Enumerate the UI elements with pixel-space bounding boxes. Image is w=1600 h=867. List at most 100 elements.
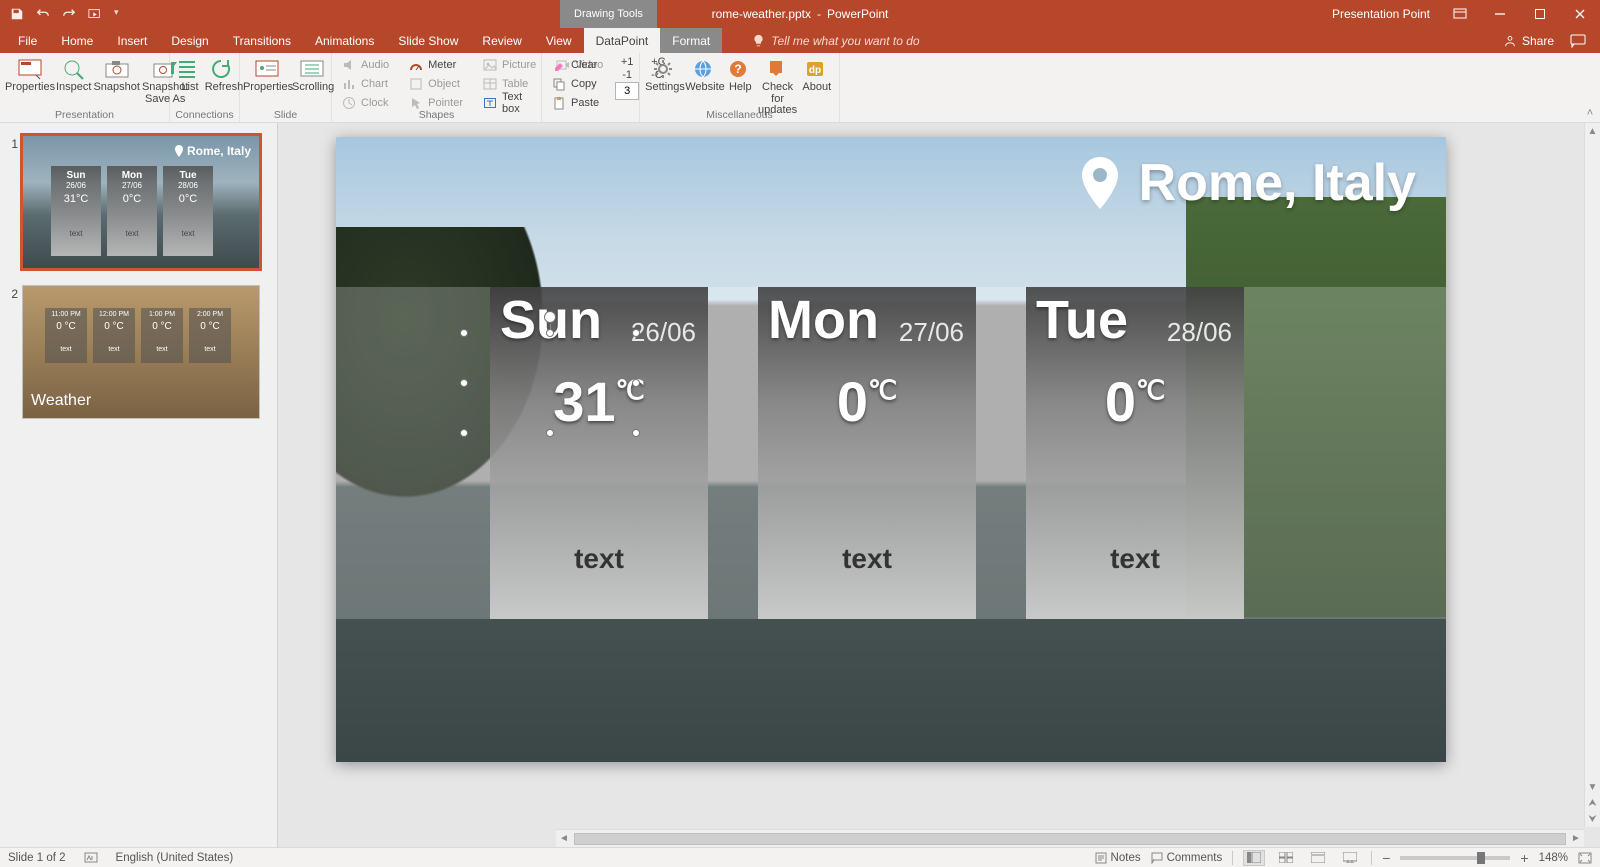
scroll-down-icon[interactable]: ▼: [1585, 779, 1600, 795]
card-day: Mon: [768, 289, 879, 351]
status-bar: Slide 1 of 2 English (United States) Not…: [0, 847, 1600, 867]
ribbon-group-connections: List Refresh Connections: [170, 53, 240, 122]
resize-handle[interactable]: [632, 429, 640, 437]
resize-handle[interactable]: [546, 329, 554, 337]
list-button[interactable]: List: [176, 56, 204, 94]
tell-me-search[interactable]: Tell me what you want to do: [752, 28, 919, 53]
tab-format[interactable]: Format: [660, 28, 722, 53]
share-button[interactable]: Share: [1503, 34, 1554, 48]
view-sorter-button[interactable]: [1275, 850, 1297, 866]
close-icon[interactable]: [1570, 4, 1590, 24]
inspect-button[interactable]: Inspect: [56, 56, 91, 105]
resize-handle[interactable]: [546, 429, 554, 437]
horizontal-scrollbar[interactable]: ◄ ►: [556, 829, 1584, 847]
minus1-button[interactable]: -1: [622, 69, 632, 81]
plus1-button[interactable]: +1: [621, 56, 634, 68]
slide-editor[interactable]: Rome, Italy Sun 26/06 31℃ text Mon 27/06…: [278, 123, 1600, 847]
website-button[interactable]: Website: [686, 56, 724, 117]
zoom-slider-knob[interactable]: [1477, 852, 1485, 864]
tab-view[interactable]: View: [534, 28, 584, 53]
zoom-level[interactable]: 148%: [1539, 852, 1568, 864]
card-temp[interactable]: 0℃: [758, 369, 976, 434]
status-language[interactable]: English (United States): [116, 852, 234, 864]
comments-button[interactable]: Comments: [1151, 852, 1223, 864]
redo-icon[interactable]: [62, 7, 76, 21]
clear-button[interactable]: Clear: [548, 56, 603, 74]
prev-slide-icon[interactable]: ⮝: [1585, 795, 1600, 811]
slide-canvas[interactable]: Rome, Italy Sun 26/06 31℃ text Mon 27/06…: [336, 137, 1446, 762]
scroll-left-icon[interactable]: ◄: [556, 833, 572, 844]
zoom-slider[interactable]: [1400, 856, 1510, 860]
spellcheck-icon[interactable]: [84, 852, 98, 864]
tab-datapoint[interactable]: DataPoint: [584, 28, 661, 53]
card-text[interactable]: text: [758, 543, 976, 575]
ribbon-group-edit: Clear Copy Paste +1 -1 +C -C: [542, 53, 640, 122]
fit-to-window-button[interactable]: [1578, 852, 1592, 864]
snapshot-button[interactable]: Snapshot: [93, 56, 139, 105]
meter-button[interactable]: Meter: [405, 56, 467, 74]
zoom-in-button[interactable]: +: [1520, 850, 1528, 866]
tab-transitions[interactable]: Transitions: [221, 28, 303, 53]
resize-handle[interactable]: [460, 379, 468, 387]
start-from-beginning-icon[interactable]: [88, 7, 102, 21]
status-slide-count[interactable]: Slide 1 of 2: [8, 852, 66, 864]
notes-button[interactable]: Notes: [1095, 852, 1141, 864]
undo-icon[interactable]: [36, 7, 50, 21]
next-slide-icon[interactable]: ⮟: [1585, 811, 1600, 827]
card-text[interactable]: text: [1026, 543, 1244, 575]
tab-slideshow[interactable]: Slide Show: [386, 28, 470, 53]
maximize-icon[interactable]: [1530, 4, 1550, 24]
object-button[interactable]: Object: [405, 75, 467, 93]
picture-button[interactable]: Picture: [479, 56, 540, 74]
resize-handle[interactable]: [460, 329, 468, 337]
slide-thumbnail-1[interactable]: Rome, Italy Sun26/0631°Ctext Mon27/060°C…: [22, 135, 260, 269]
scroll-up-icon[interactable]: ▲: [1585, 123, 1600, 139]
tab-review[interactable]: Review: [470, 28, 533, 53]
chart-button[interactable]: Chart: [338, 75, 393, 93]
tab-home[interactable]: Home: [49, 28, 105, 53]
view-reading-button[interactable]: [1307, 850, 1329, 866]
location-title[interactable]: Rome, Italy: [1079, 153, 1416, 213]
card-temp[interactable]: 0℃: [1026, 369, 1244, 434]
minimize-icon[interactable]: [1490, 4, 1510, 24]
card-day: Tue: [1036, 289, 1128, 351]
properties-button[interactable]: Properties: [6, 56, 54, 105]
collapse-ribbon-icon[interactable]: ˄: [1580, 53, 1600, 122]
weather-card-tue[interactable]: Tue 28/06 0℃ text: [1026, 287, 1244, 619]
tab-design[interactable]: Design: [159, 28, 220, 53]
slide-thumbnail-2[interactable]: 11:00 PM0 °Ctext 12:00 PM0 °Ctext 1:00 P…: [22, 285, 260, 419]
about-button[interactable]: dpAbout: [801, 56, 833, 117]
save-icon[interactable]: [10, 7, 24, 21]
copy-button[interactable]: Copy: [548, 75, 603, 93]
index-input[interactable]: [615, 82, 639, 100]
card-date: 27/06: [899, 317, 964, 348]
view-slideshow-button[interactable]: [1339, 850, 1361, 866]
vertical-scrollbar[interactable]: ▲ ▼ ⮝ ⮟: [1584, 123, 1600, 827]
card-text[interactable]: text: [490, 543, 708, 575]
help-button[interactable]: ?Help: [726, 56, 755, 117]
refresh-button[interactable]: Refresh: [206, 56, 242, 94]
selection-box[interactable]: [464, 333, 636, 433]
qat-customize-icon[interactable]: ▾: [114, 7, 128, 21]
view-normal-button[interactable]: [1243, 850, 1265, 866]
resize-handle[interactable]: [632, 329, 640, 337]
audio-button[interactable]: Audio: [338, 56, 393, 74]
tab-animations[interactable]: Animations: [303, 28, 386, 53]
resize-handle[interactable]: [632, 379, 640, 387]
settings-button[interactable]: Settings: [646, 56, 684, 117]
thumb2-title: Weather: [31, 392, 91, 410]
rotation-handle[interactable]: [544, 311, 556, 323]
resize-handle[interactable]: [460, 429, 468, 437]
comments-icon[interactable]: [1570, 34, 1586, 48]
scroll-right-icon[interactable]: ►: [1568, 833, 1584, 844]
scrolling-button[interactable]: Scrolling: [292, 56, 334, 94]
paste-button[interactable]: Paste: [548, 94, 603, 112]
tab-file[interactable]: File: [6, 28, 49, 53]
tab-insert[interactable]: Insert: [105, 28, 159, 53]
ribbon-display-options-icon[interactable]: [1450, 4, 1470, 24]
slide-properties-button[interactable]: Properties: [246, 56, 290, 94]
zoom-out-button[interactable]: −: [1382, 850, 1390, 866]
scrollbar-thumb[interactable]: [574, 833, 1566, 845]
weather-card-mon[interactable]: Mon 27/06 0℃ text: [758, 287, 976, 619]
check-updates-button[interactable]: Check for updates: [757, 56, 799, 117]
